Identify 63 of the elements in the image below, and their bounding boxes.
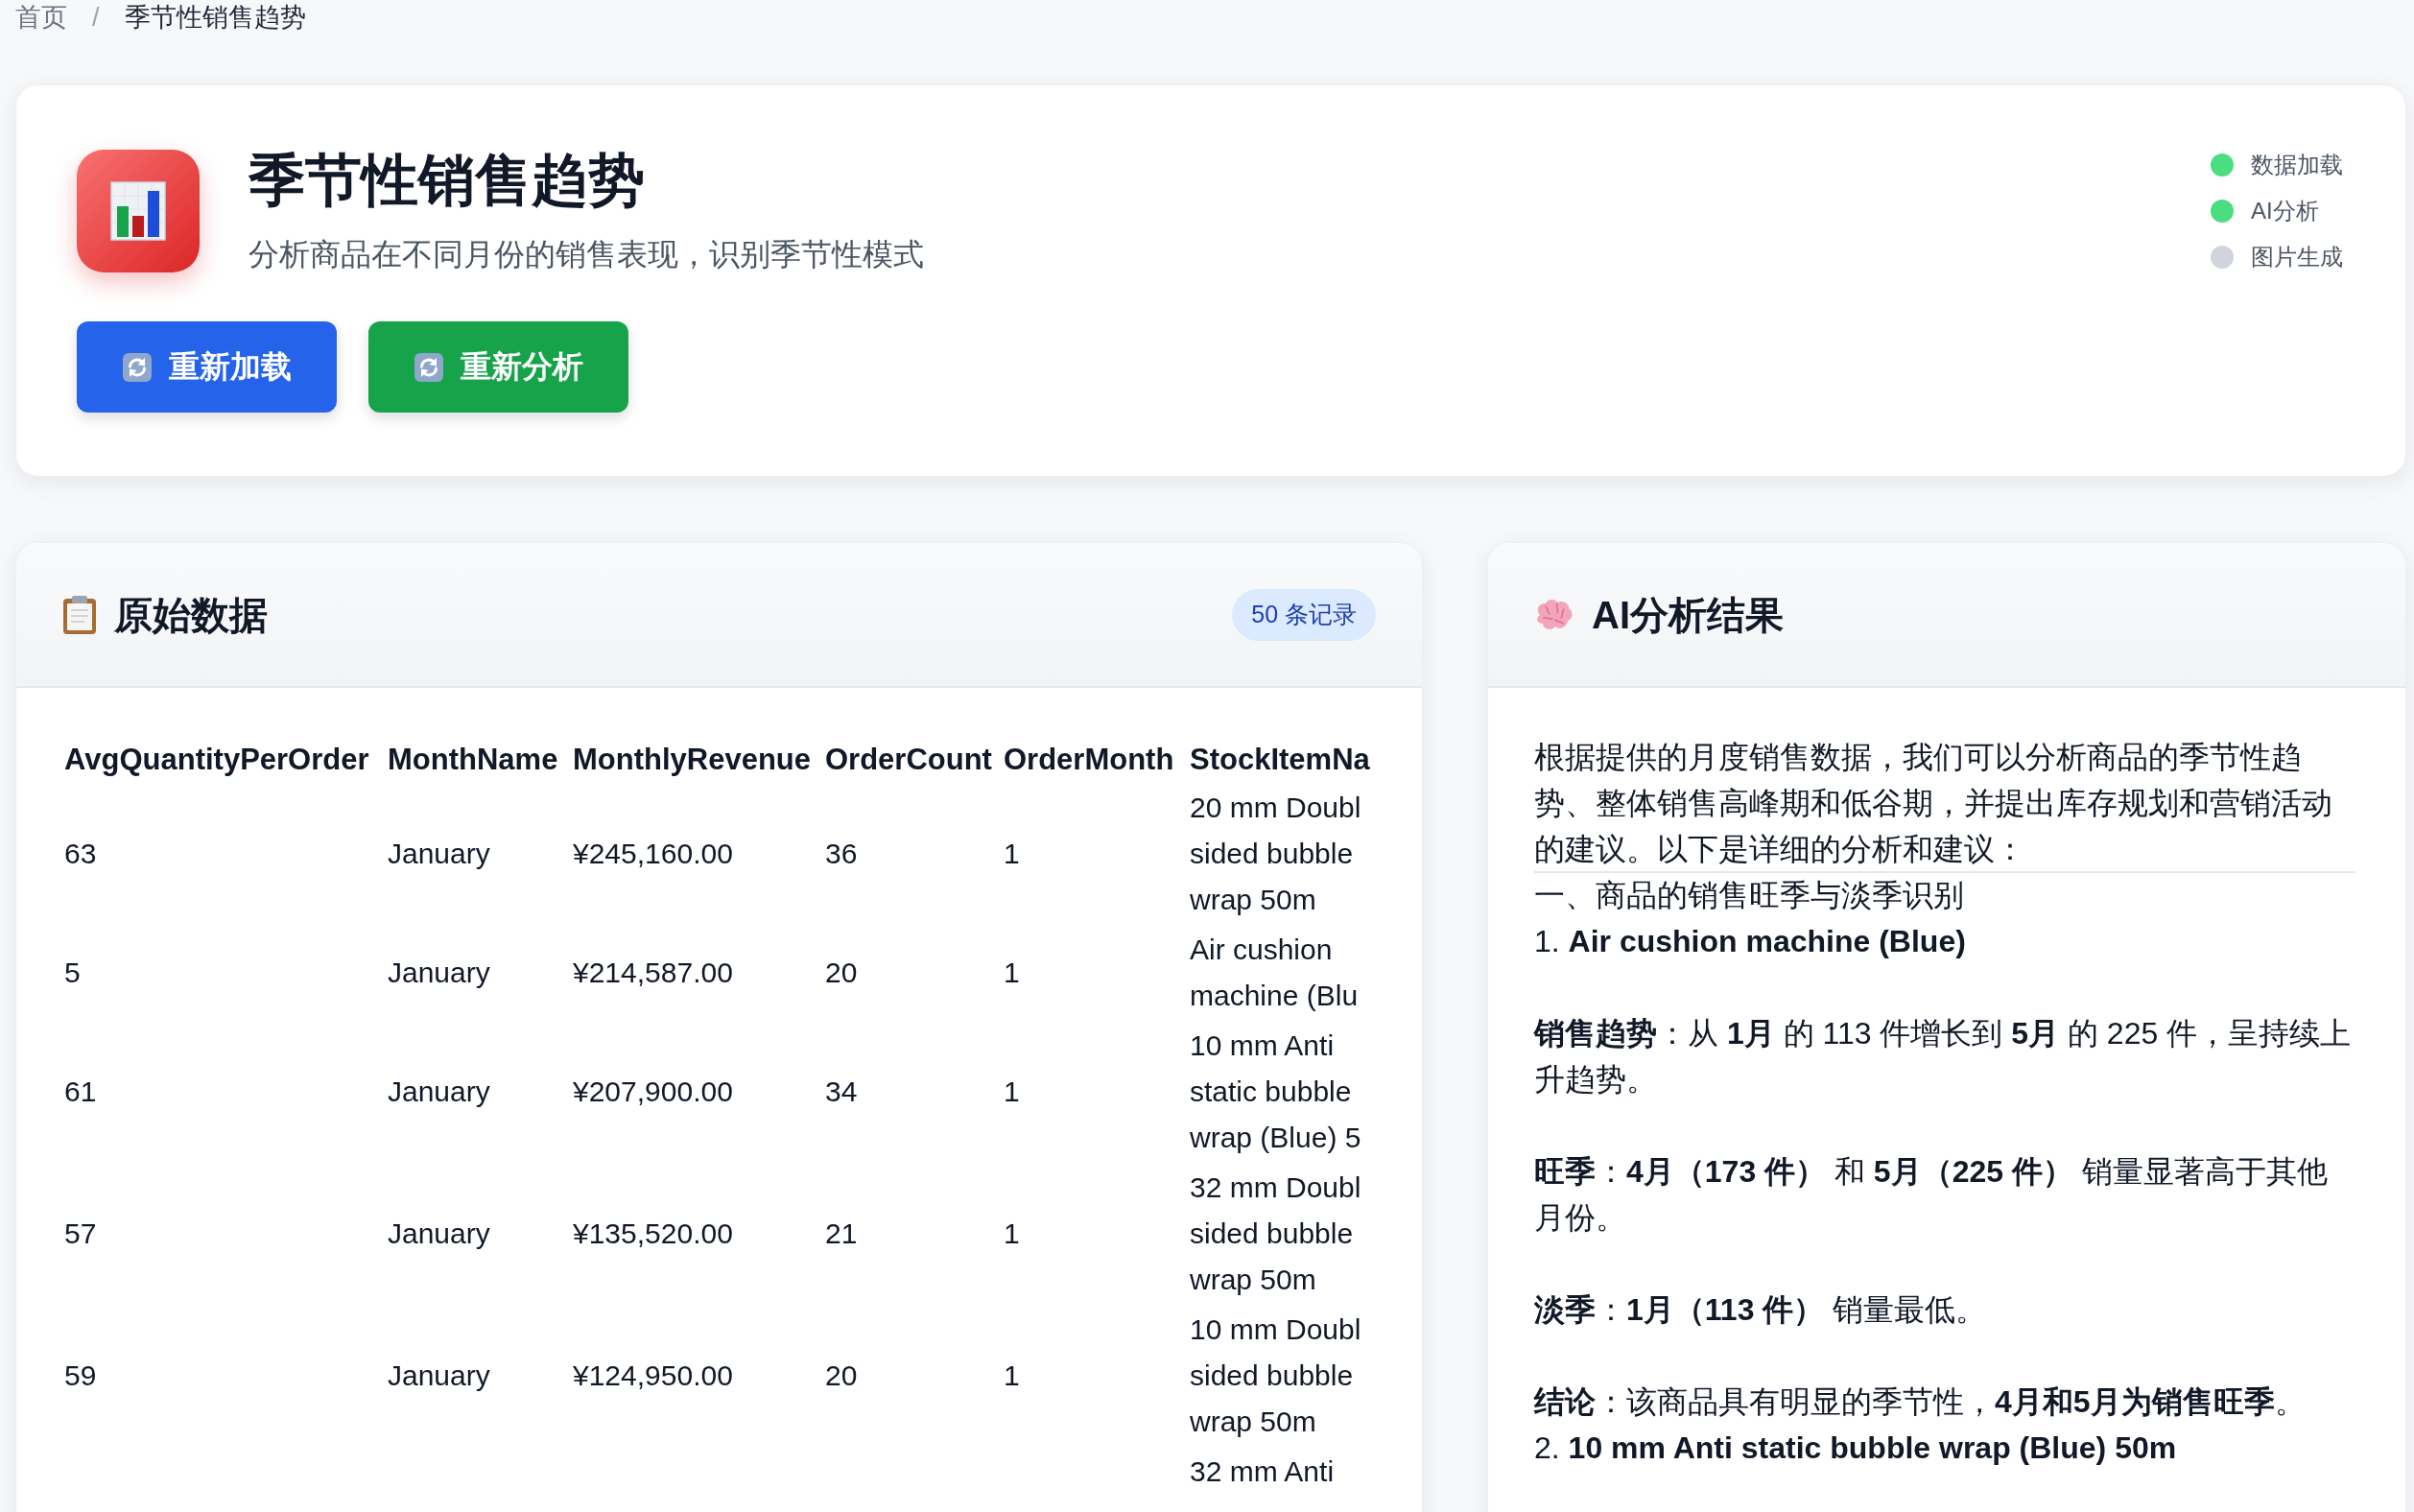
table-cell-text: 1 xyxy=(1004,837,1021,871)
panel-title: AI分析结果 xyxy=(1592,592,1784,638)
table-cell-text: 1 xyxy=(1004,956,1021,990)
column-header: OrderCount xyxy=(825,742,993,778)
table-cell-text: 61 xyxy=(64,1075,98,1109)
analysis-paragraph: 根据提供的月度销售数据，我们可以分析商品的季节性趋势、整体销售高峰期和低谷期，并提出库存规划和营销活动的建议。以下是详细的分析和建议： xyxy=(1534,739,2333,868)
table-cell-text: ¥245,160.00 xyxy=(573,837,734,871)
column-header: MonthlyRevenue xyxy=(573,742,813,778)
table-cell-text: ¥214,587.00 xyxy=(573,956,734,990)
table-cell-text: 21 xyxy=(825,1217,859,1251)
table-cell-text: 1 xyxy=(1004,1358,1021,1393)
table-cell-text: 10 mm Anti static bubble wrap (Blue) 5 xyxy=(1190,1028,1362,1155)
bar-chart-icon xyxy=(77,150,200,272)
table-cell-text: 36 xyxy=(825,837,859,871)
table-cell-text: ¥207,900.00 xyxy=(573,1075,734,1109)
table-cell-text: January xyxy=(388,956,491,990)
table-cell-text: 57 xyxy=(64,1217,98,1251)
table-cell-text: January xyxy=(388,1217,491,1251)
refresh-icon xyxy=(122,352,152,382)
table-cell-text: 63 xyxy=(64,837,98,871)
table-cell-text: ¥124,950.00 xyxy=(573,1358,734,1393)
column-header: MonthName xyxy=(388,742,559,778)
column-header: StockItemNa xyxy=(1190,742,1371,778)
table-cell-text: January xyxy=(388,1358,491,1393)
section-heading: 一、商品的销售旺季与淡季识别 xyxy=(1534,877,1965,914)
table-cell-text: 10 mm Doubl sided bubble wrap 50m xyxy=(1190,1312,1362,1439)
analysis-point: 淡季：1月（113 件） 销量最低。 xyxy=(1534,1291,1988,1329)
product-heading: 2. 10 mm Anti static bubble wrap (Blue) 50m xyxy=(1534,1429,2178,1467)
table-cell-text: 20 xyxy=(825,956,859,990)
product-heading: 1. Air cushion machine (Blue) xyxy=(1534,923,1967,960)
column-header: AvgQuantityPerOrder xyxy=(64,742,370,778)
status-label: 图片生成 xyxy=(2251,243,2343,272)
clipboard-icon xyxy=(62,595,97,634)
page-title: 季节性销售趋势 xyxy=(248,150,646,211)
table-cell-text: 1 xyxy=(1004,1217,1021,1251)
table-cell-text: January xyxy=(388,837,491,871)
brain-icon xyxy=(1534,598,1574,631)
action-button[interactable]: 重新分析 xyxy=(368,321,628,413)
table-cell-text: 20 mm Doubl sided bubble wrap 50m xyxy=(1190,791,1362,917)
analysis-point: 结论：该商品具有明显的季节性，4月和5月为销售旺季。 xyxy=(1534,1383,2307,1421)
table-cell-text: 32 mm Anti xyxy=(1190,1454,1336,1489)
analysis-point: 销售趋势：从 1月 的 113 件增长到 5月 的 225 件，呈持续上升趋势。 xyxy=(1534,1015,2353,1099)
breadcrumb-current: 季节性销售趋势 xyxy=(124,2,306,34)
status-label: AI分析 xyxy=(2251,197,2319,225)
column-header: OrderMonth xyxy=(1004,742,1175,778)
page-subtitle: 分析商品在不同月份的销售表现，识别季节性模式 xyxy=(248,236,924,273)
analysis-point: 旺季：4月（173 件） 和 5月（225 件） 销量显著高于其他月份。 xyxy=(1534,1153,2329,1237)
table-cell-text: Air cushion machine (Blu xyxy=(1190,933,1360,1013)
table-cell-text: ¥135,520.00 xyxy=(573,1217,734,1251)
table-cell-text: 34 xyxy=(825,1075,859,1109)
action-button[interactable]: 重新加载 xyxy=(77,321,337,413)
table-cell-text: 32 mm Doubl sided bubble wrap 50m xyxy=(1190,1170,1362,1297)
status-label: 数据加载 xyxy=(2251,151,2343,179)
table-cell-text: 1 xyxy=(1004,1075,1021,1109)
record-count-badge: 50 条记录 xyxy=(1232,588,1376,641)
table-cell-text: 59 xyxy=(64,1358,98,1393)
breadcrumb-link[interactable]: 首页 xyxy=(15,0,67,35)
breadcrumb-separator: / xyxy=(92,2,100,34)
table-cell-text: January xyxy=(388,1075,491,1109)
refresh-icon xyxy=(414,352,443,382)
table-cell-text: 20 xyxy=(825,1358,859,1393)
table-cell-text: 5 xyxy=(64,956,82,990)
panel-title: 原始数据 xyxy=(114,592,268,638)
